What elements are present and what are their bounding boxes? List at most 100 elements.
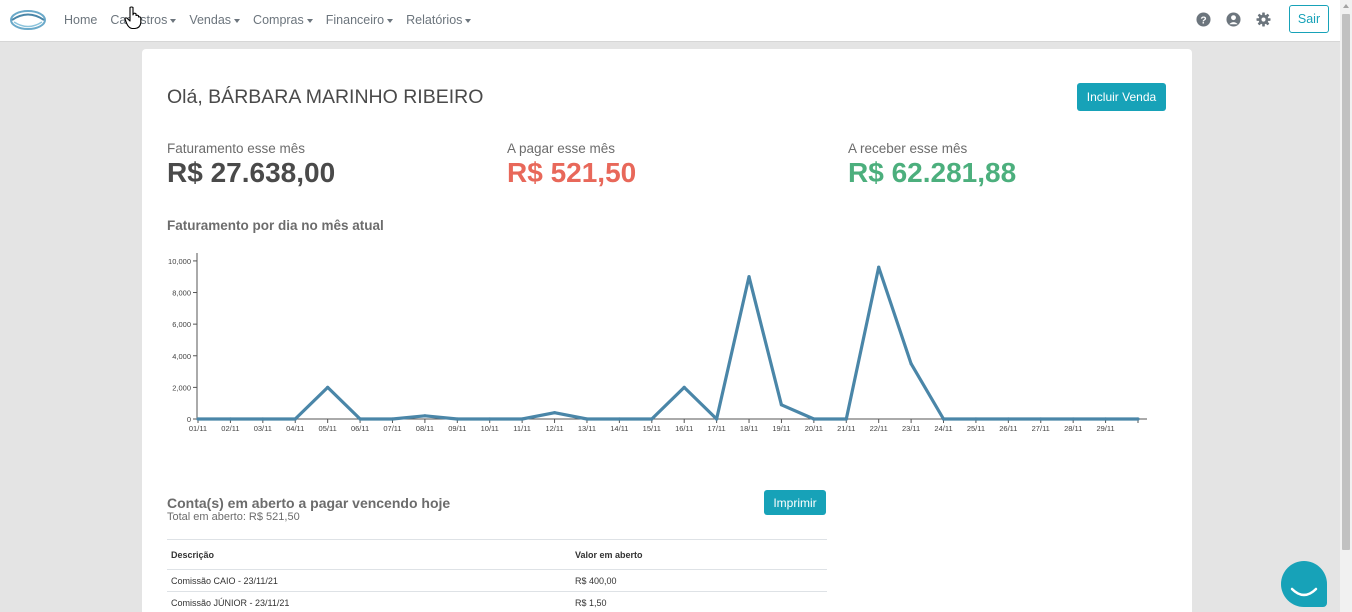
hand-cursor-icon xyxy=(124,6,142,30)
column-header-open-value: Valor em aberto xyxy=(575,549,643,560)
revenue-data-point xyxy=(1136,417,1140,421)
gear-icon[interactable] xyxy=(1256,12,1271,27)
y-tick-label: 0 xyxy=(187,415,191,424)
user-circle-icon[interactable] xyxy=(1226,12,1241,27)
y-tick-label: 4,000 xyxy=(172,352,191,361)
payables-title: Conta(s) em aberto a pagar vencendo hoje xyxy=(167,495,451,511)
revenue-data-point xyxy=(682,385,686,389)
revenue-data-point xyxy=(358,417,362,421)
top-navbar: Home Cadastros Vendas Compras Financeiro… xyxy=(0,0,1340,42)
x-tick-label: 22/11 xyxy=(870,424,888,433)
x-tick-label: 11/11 xyxy=(513,424,531,433)
x-tick-label: 10/11 xyxy=(481,424,499,433)
x-tick-label: 24/11 xyxy=(934,424,952,433)
cell-description: Comissão CAIO - 23/11/21 xyxy=(171,575,278,586)
dashboard-card: Olá, BÁRBARA MARINHO RIBEIRO Incluir Ven… xyxy=(142,49,1192,612)
revenue-data-point xyxy=(261,417,265,421)
stat-receivable: A receber esse mês R$ 62.281,88 xyxy=(848,141,1016,189)
table-row[interactable]: Comissão CAIO - 23/11/21 R$ 400,00 xyxy=(167,569,827,591)
y-tick-label: 10,000 xyxy=(168,257,191,266)
y-tick-label: 6,000 xyxy=(172,320,191,329)
x-tick-label: 26/11 xyxy=(999,424,1017,433)
chevron-down-icon xyxy=(387,18,394,23)
revenue-data-point xyxy=(1006,417,1010,421)
stat-receivable-label: A receber esse mês xyxy=(848,141,968,156)
print-button[interactable]: Imprimir xyxy=(764,490,826,515)
help-circle-icon[interactable]: ? xyxy=(1196,12,1211,27)
nav-home[interactable]: Home xyxy=(64,13,97,27)
nav-relatorios-label: Relatórios xyxy=(406,13,463,27)
chevron-down-icon xyxy=(465,18,472,23)
nav-vendas[interactable]: Vendas xyxy=(189,13,241,27)
nav-compras[interactable]: Compras xyxy=(253,13,313,27)
nav-financeiro[interactable]: Financeiro xyxy=(326,13,394,27)
x-tick-label: 01/11 xyxy=(189,424,207,433)
x-tick-label: 08/11 xyxy=(416,424,434,433)
revenue-data-point xyxy=(974,417,978,421)
cell-open-value: R$ 1,50 xyxy=(575,597,607,608)
revenue-data-point xyxy=(877,265,881,269)
new-sale-button[interactable]: Incluir Venda xyxy=(1077,83,1166,111)
x-tick-label: 03/11 xyxy=(254,424,272,433)
x-tick-label: 28/11 xyxy=(1064,424,1082,433)
table-row[interactable]: Comissão JÚNIOR - 23/11/21 R$ 1,50 xyxy=(167,591,827,612)
nav-home-label: Home xyxy=(64,13,98,27)
x-tick-label: 04/11 xyxy=(286,424,304,433)
x-tick-label: 17/11 xyxy=(708,424,726,433)
payables-total: Total em aberto: R$ 521,50 xyxy=(167,511,300,523)
revenue-data-point xyxy=(488,417,492,421)
chevron-down-icon xyxy=(234,18,241,23)
revenue-data-point xyxy=(779,403,784,407)
stat-receivable-value: R$ 62.281,88 xyxy=(848,157,1017,188)
revenue-data-point xyxy=(617,417,621,421)
column-header-description: Descrição xyxy=(171,549,215,560)
revenue-data-point xyxy=(1103,417,1108,421)
revenue-data-point xyxy=(455,417,459,421)
x-tick-label: 25/11 xyxy=(967,424,985,433)
daily-revenue-chart: 0 2,000 4,000 6,000 8,000 10,000 01/11 02/11 03/… xyxy=(168,253,1147,433)
x-tick-label: 20/11 xyxy=(805,424,823,433)
revenue-data-point xyxy=(909,362,913,366)
nav-relatorios[interactable]: Relatórios xyxy=(406,13,472,27)
y-tick-label: 8,000 xyxy=(172,289,191,298)
scrollbar[interactable] xyxy=(1340,0,1352,612)
nav-cadastros[interactable]: Cadastros xyxy=(110,13,177,27)
stat-revenue: Faturamento esse mês R$ 27.638,00 xyxy=(167,141,335,189)
x-tick-label: 27/11 xyxy=(1032,424,1050,433)
chart-title: Faturamento por dia no mês atual xyxy=(167,218,384,233)
revenue-data-point xyxy=(520,417,524,421)
revenue-data-point xyxy=(747,275,751,279)
app-logo-icon[interactable] xyxy=(9,7,47,33)
page-title: Olá, BÁRBARA MARINHO RIBEIRO xyxy=(167,86,484,108)
revenue-data-point xyxy=(390,417,395,421)
revenue-data-point xyxy=(844,417,848,421)
payables-table: Descrição Valor em aberto Comissão CAIO … xyxy=(167,539,827,612)
revenue-data-point xyxy=(423,414,427,418)
cell-description: Comissão JÚNIOR - 23/11/21 xyxy=(171,597,290,608)
revenue-data-point xyxy=(293,417,297,421)
x-tick-label: 05/11 xyxy=(319,424,337,433)
chat-widget-button[interactable] xyxy=(1281,561,1327,607)
x-tick-label: 07/11 xyxy=(383,424,401,433)
revenue-series-line xyxy=(198,265,1138,421)
scroll-up-arrow-icon[interactable] xyxy=(1343,4,1349,8)
revenue-data-point xyxy=(228,417,233,421)
scrollbar-thumb[interactable] xyxy=(1342,14,1350,550)
revenue-data-point xyxy=(715,417,719,421)
nav-compras-label: Compras xyxy=(253,13,304,27)
x-tick-label: 06/11 xyxy=(351,424,369,433)
chevron-down-icon xyxy=(170,18,177,23)
cell-open-value: R$ 400,00 xyxy=(575,575,617,586)
stat-revenue-value: R$ 27.638,00 xyxy=(167,157,336,188)
x-tick-label: 15/11 xyxy=(643,424,661,433)
logout-button[interactable]: Sair xyxy=(1289,5,1329,33)
nav-vendas-label: Vendas xyxy=(189,13,232,27)
chevron-down-icon xyxy=(306,18,313,23)
x-tick-label: 13/11 xyxy=(578,424,596,433)
x-tick-label: 02/11 xyxy=(221,424,239,433)
x-tick-label: 12/11 xyxy=(545,424,563,433)
chat-smile-icon xyxy=(1290,587,1318,597)
revenue-data-point xyxy=(196,417,200,421)
revenue-data-point xyxy=(552,411,557,415)
stat-payable: A pagar esse mês R$ 521,50 xyxy=(507,141,636,189)
